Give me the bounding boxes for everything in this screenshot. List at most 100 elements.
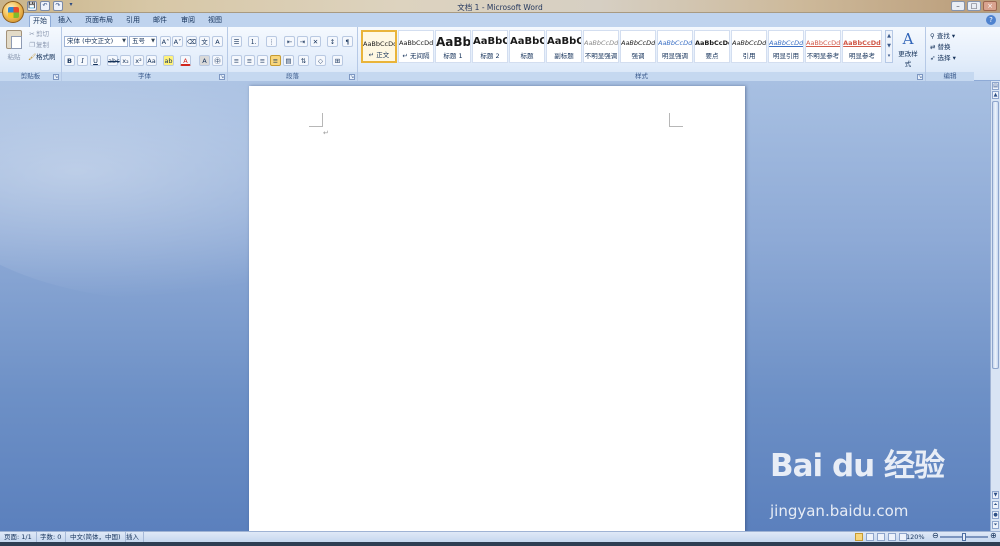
style-normal[interactable]: AaBbCcDd ↵ 正文 [361, 30, 397, 63]
style-heading-1[interactable]: AaBb 标题 1 [435, 30, 471, 63]
font-size-combo[interactable]: 五号 ▼ [129, 36, 157, 47]
zoom-in-icon[interactable]: ⊕ [990, 531, 997, 541]
next-page-icon[interactable]: ⏷ [992, 521, 999, 529]
close-button[interactable]: × [983, 1, 997, 11]
tab-view[interactable]: 视图 [205, 15, 225, 27]
decrease-indent-icon[interactable]: ⇤ [284, 36, 295, 47]
strikethrough-button[interactable]: abc [107, 55, 120, 66]
scroll-down-icon[interactable]: ▼ [992, 491, 999, 499]
full-screen-view-icon[interactable] [866, 533, 874, 541]
style-no-spacing[interactable]: AaBbCcDd ↵ 无间隔 [398, 30, 434, 63]
style-subtle-emphasis[interactable]: AaBbCcDd 不明显强调 [583, 30, 619, 63]
web-layout-view-icon[interactable] [877, 533, 885, 541]
maximize-button[interactable]: □ [967, 1, 981, 11]
style-quote[interactable]: AaBbCcDd 引用 [731, 30, 767, 63]
char-shading-icon[interactable]: A [199, 55, 210, 66]
scroll-thumb[interactable] [992, 101, 999, 369]
zoom-level[interactable]: 120% [906, 532, 925, 542]
outline-view-icon[interactable] [888, 533, 896, 541]
ruler-toggle-icon[interactable]: ▤ [992, 82, 999, 90]
font-group: 宋体 (中文正文) ▼ 五号 ▼ A˄ A˅ ⌫ 文 A B I U abc x₂ … [62, 27, 228, 81]
tab-mailings[interactable]: 邮件 [150, 15, 170, 27]
align-center-icon[interactable]: ≡ [244, 55, 255, 66]
tab-page-layout[interactable]: 页面布局 [84, 15, 114, 27]
style-strong[interactable]: AaBbCcDd 要点 [694, 30, 730, 63]
font-launcher-icon[interactable]: ↘ [219, 74, 225, 80]
select-button[interactable]: ➶ 选择 ▾ [930, 53, 956, 63]
style-intense-quote[interactable]: AaBbCcDd 明显引用 [768, 30, 804, 63]
show-marks-icon[interactable]: ¶ [342, 36, 353, 47]
tab-references[interactable]: 引用 [123, 15, 143, 27]
tab-home[interactable]: 开始 [29, 15, 51, 27]
grow-font-button[interactable]: A˄ [160, 36, 171, 47]
style-sample: AaBbCcDd [621, 39, 656, 47]
language-status[interactable]: 中文(简体，中国) [66, 532, 126, 542]
insert-mode[interactable]: 插入 [122, 532, 144, 542]
format-painter-button[interactable]: 🖌格式刷 [28, 53, 56, 62]
bold-button[interactable]: B [64, 55, 75, 66]
italic-button[interactable]: I [77, 55, 88, 66]
help-icon[interactable]: ? [986, 15, 996, 25]
zoom-slider[interactable] [940, 533, 988, 541]
office-button[interactable] [2, 1, 24, 23]
highlight-icon[interactable]: ab [163, 55, 174, 66]
superscript-button[interactable]: x² [133, 55, 144, 66]
style-intense-reference[interactable]: AaBbCcDd 明显参考 [842, 30, 882, 63]
change-styles-button[interactable]: A 更改样式 [896, 30, 920, 68]
shading-icon[interactable]: ◇ [315, 55, 326, 66]
enclose-char-icon[interactable]: ㊥ [212, 55, 223, 66]
char-border-icon[interactable]: A [212, 36, 223, 47]
style-intense-emphasis[interactable]: AaBbCcDd 明显强调 [657, 30, 693, 63]
previous-page-icon[interactable]: ⏶ [992, 501, 999, 509]
cut-button[interactable]: ✂剪切 [28, 30, 49, 39]
sort-icon[interactable]: ↕ [327, 36, 338, 47]
phonetic-guide-icon[interactable]: 文 [199, 36, 210, 47]
tab-insert[interactable]: 插入 [55, 15, 75, 27]
zoom-slider-knob[interactable] [962, 533, 966, 541]
style-title[interactable]: AaBbC 标题 [509, 30, 545, 63]
distribute-icon[interactable]: ▤ [283, 55, 294, 66]
chinese-layout-icon[interactable]: ✕ [310, 36, 321, 47]
paste-button[interactable]: 粘贴 [3, 30, 25, 64]
vertical-scrollbar[interactable]: ▤ ▲ ▼ ⏶ ● ⏷ [990, 81, 1000, 531]
style-emphasis[interactable]: AaBbCcDd 强调 [620, 30, 656, 63]
align-right-icon[interactable]: ≡ [257, 55, 268, 66]
bullets-icon[interactable]: ☰ [231, 36, 242, 47]
tab-review[interactable]: 审阅 [178, 15, 198, 27]
copy-button[interactable]: ❐复制 [28, 41, 49, 50]
change-case-button[interactable]: Aa [146, 55, 157, 66]
document-page[interactable]: ↵ [249, 86, 745, 531]
shrink-font-button[interactable]: A˅ [172, 36, 183, 47]
replace-label: 替换 [937, 43, 951, 51]
style-subtitle[interactable]: AaBbC 副标题 [546, 30, 582, 63]
underline-button[interactable]: U [90, 55, 101, 66]
brush-icon: 🖌 [28, 53, 37, 61]
align-left-icon[interactable]: ≡ [231, 55, 242, 66]
style-subtle-reference[interactable]: AaBbCcDd 不明显参考 [805, 30, 841, 63]
replace-button[interactable]: ⇄ 替换 [930, 42, 951, 52]
clear-format-icon[interactable]: ⌫ [186, 36, 197, 47]
style-gallery-scroll[interactable]: ▲ ▼ ▾ [885, 30, 893, 63]
zoom-out-icon[interactable]: ⊖ [932, 531, 939, 541]
clipboard-launcher-icon[interactable]: ↘ [53, 74, 59, 80]
paragraph-launcher-icon[interactable]: ↘ [349, 74, 355, 80]
styles-launcher-icon[interactable]: ↘ [917, 74, 923, 80]
multilevel-list-icon[interactable]: ⋮ [266, 36, 277, 47]
word-count[interactable]: 字数: 0 [36, 532, 67, 542]
minimize-button[interactable]: – [951, 1, 965, 11]
style-heading-2[interactable]: AaBbC 标题 2 [472, 30, 508, 63]
cut-label: 剪切 [36, 30, 49, 38]
justify-icon[interactable]: ≡ [270, 55, 281, 66]
subscript-button[interactable]: x₂ [120, 55, 131, 66]
scroll-up-icon[interactable]: ▲ [992, 91, 999, 99]
browse-object-icon[interactable]: ● [992, 511, 999, 519]
font-name-combo[interactable]: 宋体 (中文正文) ▼ [64, 36, 128, 47]
print-layout-view-icon[interactable] [855, 533, 863, 541]
numbering-icon[interactable]: ⒈ [248, 36, 259, 47]
line-spacing-icon[interactable]: ⇅ [298, 55, 309, 66]
find-button[interactable]: ⚲ 查找 ▾ [930, 31, 955, 41]
font-color-icon[interactable]: A [180, 55, 191, 66]
page-count[interactable]: 页面: 1/1 [0, 532, 37, 542]
increase-indent-icon[interactable]: ⇥ [297, 36, 308, 47]
borders-icon[interactable]: ⊞ [332, 55, 343, 66]
